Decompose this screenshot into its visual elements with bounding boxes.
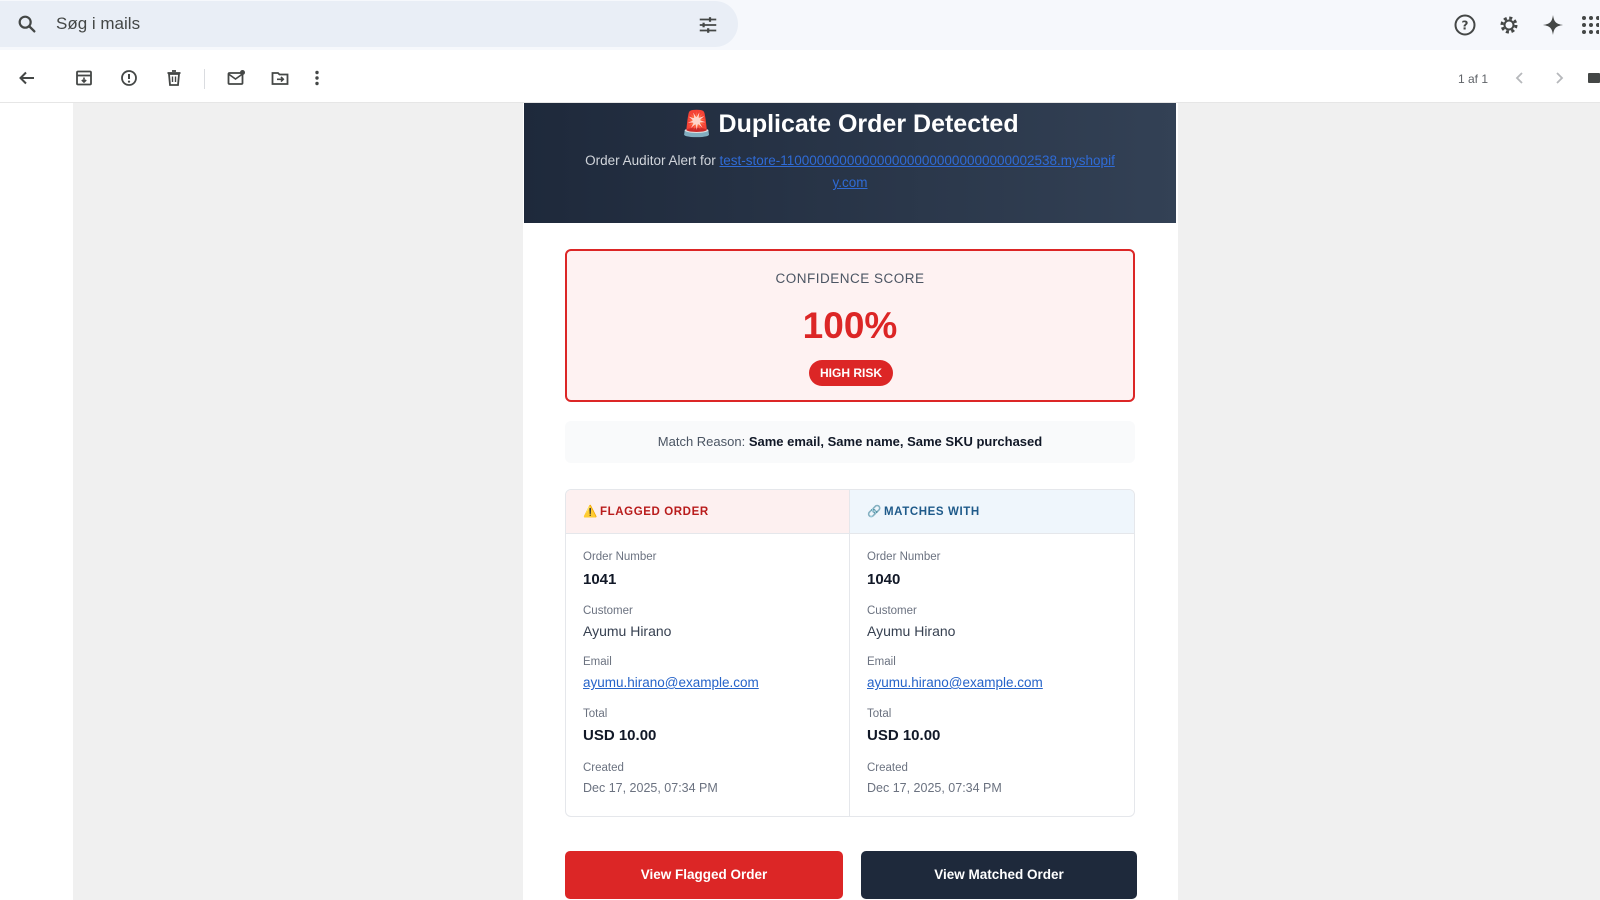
matched-order-heading-text: MATCHES WITH [884, 506, 980, 518]
customer-label: Customer [583, 605, 633, 617]
apps-icon[interactable] [1581, 13, 1600, 37]
matched-order-column: 🔗 MATCHES WITH Order Number 1040 Customer… [850, 490, 1134, 816]
report-spam-icon[interactable] [119, 68, 139, 88]
customer-label: Customer [867, 605, 917, 617]
view-matched-order-button[interactable]: View Matched Order [861, 851, 1137, 899]
alert-header: 🚨 Duplicate Order Detected Order Auditor … [524, 103, 1176, 223]
mark-unread-icon[interactable] [226, 68, 246, 88]
keyboard-icon[interactable] [1588, 68, 1600, 88]
order-number-label: Order Number [583, 551, 657, 563]
flagged-order-heading-text: FLAGGED ORDER [600, 506, 709, 518]
total-label: Total [867, 708, 892, 720]
back-icon[interactable] [17, 68, 37, 88]
gemini-icon[interactable] [1541, 13, 1565, 37]
matched-created: Dec 17, 2025, 07:34 PM [867, 781, 1002, 795]
match-reason-label: Match Reason: [657, 434, 746, 449]
archive-icon[interactable] [74, 68, 94, 88]
matched-order-number: 1040 [867, 571, 901, 588]
matched-customer: Ayumu Hirano [867, 623, 956, 639]
flagged-order-column: ⚠️ FLAGGED ORDER Order Number 1041 Custom… [566, 490, 850, 816]
matched-total: USD 10.00 [867, 727, 941, 744]
alert-title: 🚨 Duplicate Order Detected [524, 110, 1176, 139]
help-icon[interactable]: ? [1453, 13, 1477, 37]
warning-icon: ⚠️ [583, 506, 598, 518]
created-label: Created [867, 762, 908, 774]
older-icon[interactable] [1549, 68, 1569, 88]
total-label: Total [583, 708, 608, 720]
email-label: Email [583, 656, 612, 668]
flagged-order-number: 1041 [583, 571, 617, 588]
matched-order-heading: 🔗 MATCHES WITH [850, 490, 1134, 534]
alert-title-text: Duplicate Order Detected [718, 110, 1019, 138]
created-label: Created [583, 762, 624, 774]
match-reason-value: Same email, Same name, Same SKU purchase… [748, 434, 1043, 449]
flagged-total: USD 10.00 [583, 727, 657, 744]
store-link[interactable]: test-store-11000000000000000000000000000… [719, 153, 1114, 190]
matched-email-link[interactable]: ayumu.hirano@example.com [867, 675, 1043, 690]
pagination-count: 1 af 1 [1458, 72, 1489, 86]
view-flagged-order-button[interactable]: View Flagged Order [565, 851, 843, 899]
search-input[interactable]: Søg i mails [56, 14, 140, 34]
top-bar: Søg i mails ? [0, 0, 1600, 50]
alert-subtitle: Order Auditor Alert for test-store-11000… [584, 150, 1116, 194]
confidence-card: CONFIDENCE SCORE 100% HIGH RISK [565, 249, 1135, 402]
flagged-order-heading: ⚠️ FLAGGED ORDER [566, 490, 849, 534]
message-toolbar: 1 af 1 [0, 55, 1600, 103]
risk-badge: HIGH RISK [809, 360, 893, 386]
order-number-label: Order Number [867, 551, 941, 563]
match-reason: Match Reason: Same email, Same name, Sam… [565, 421, 1135, 463]
settings-icon[interactable] [1497, 13, 1521, 37]
more-icon[interactable] [312, 68, 322, 88]
link-icon: 🔗 [867, 506, 882, 518]
confidence-value: 100% [802, 305, 898, 346]
email-label: Email [867, 656, 896, 668]
order-comparison: ⚠️ FLAGGED ORDER Order Number 1041 Custom… [565, 489, 1135, 817]
flagged-email-link[interactable]: ayumu.hirano@example.com [583, 675, 759, 690]
newer-icon[interactable] [1510, 68, 1530, 88]
search-bar[interactable]: Søg i mails [0, 1, 738, 47]
toolbar-divider [204, 69, 205, 89]
alert-subtitle-prefix: Order Auditor Alert for [585, 153, 716, 168]
move-to-icon[interactable] [270, 68, 290, 88]
svg-text:?: ? [1462, 19, 1469, 33]
flagged-customer: Ayumu Hirano [583, 623, 672, 639]
delete-icon[interactable] [164, 68, 184, 88]
flagged-created: Dec 17, 2025, 07:34 PM [583, 781, 718, 795]
siren-icon: 🚨 [681, 110, 713, 138]
search-icon[interactable] [16, 13, 38, 35]
confidence-label: CONFIDENCE SCORE [775, 271, 925, 286]
tune-icon[interactable] [697, 14, 719, 36]
